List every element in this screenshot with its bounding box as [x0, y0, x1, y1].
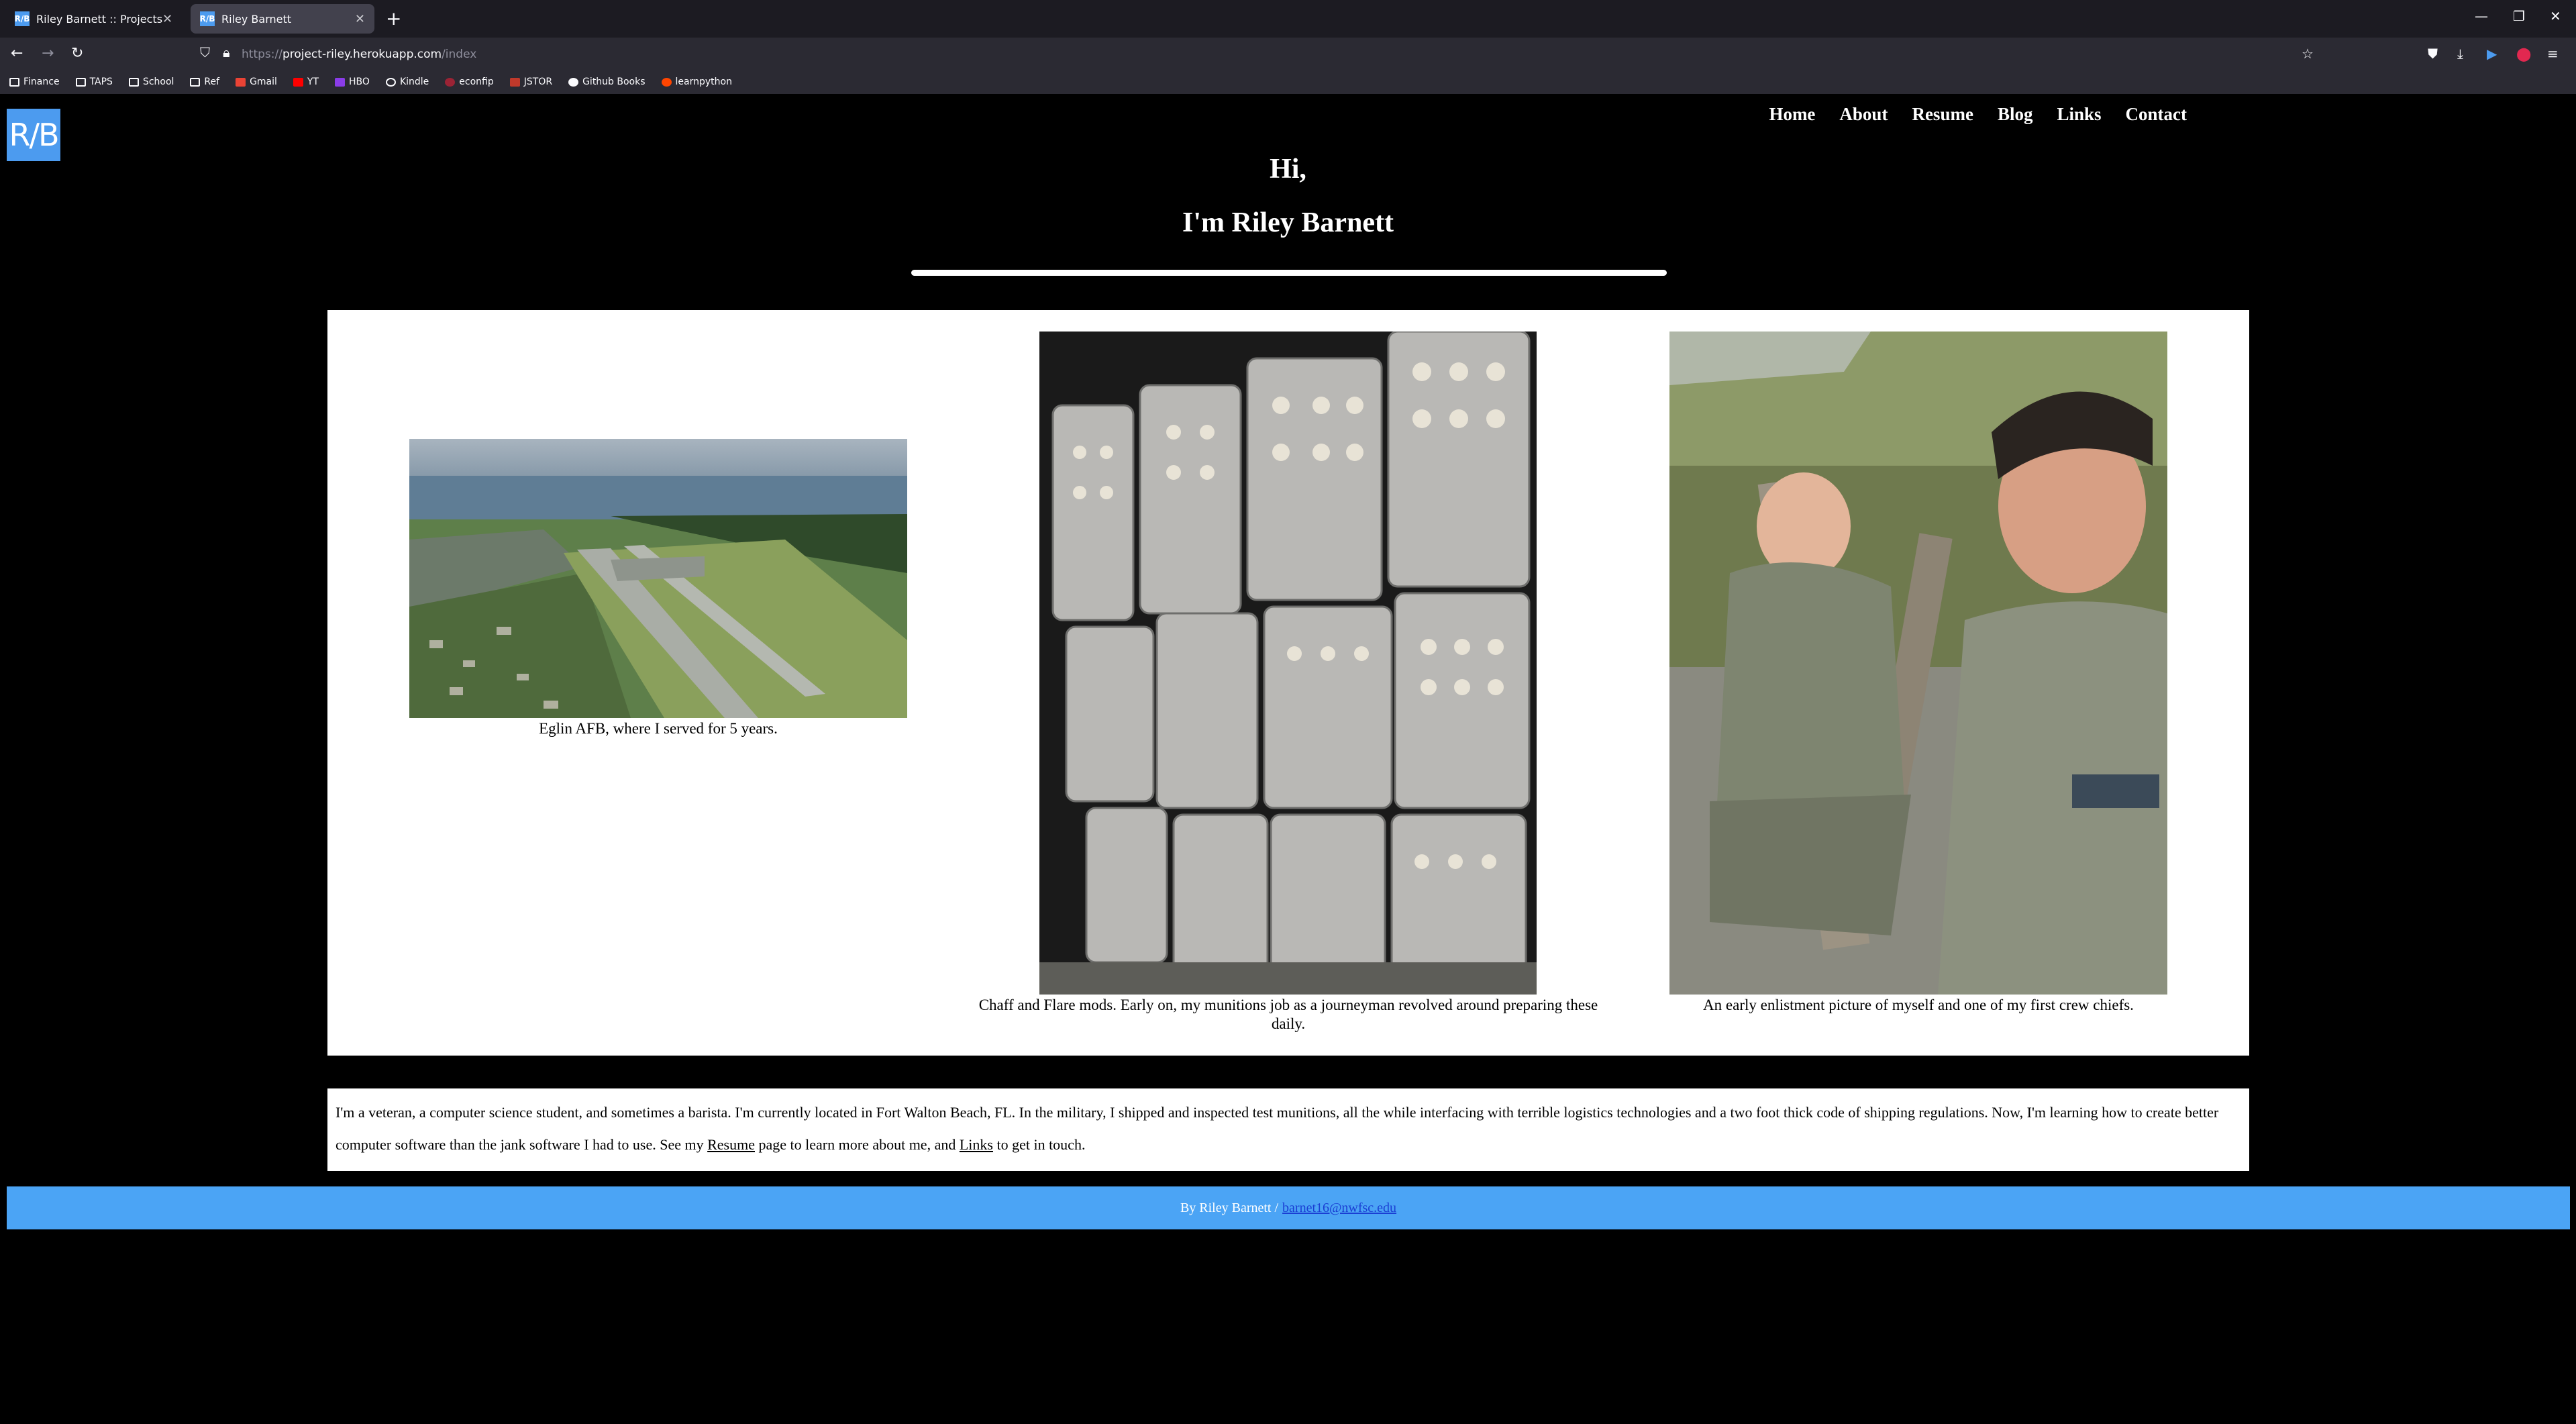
hero-greeting: Hi, — [1270, 154, 1306, 185]
reload-icon[interactable]: ↻ — [71, 43, 83, 64]
browser-tab-bar: R/B Riley Barnett :: Projects ✕ R/B Rile… — [0, 0, 2576, 38]
site-favicon: R/B — [15, 11, 30, 26]
bookmark-github-books[interactable]: Github Books — [568, 77, 646, 87]
folder-icon — [75, 77, 86, 87]
pocket-icon[interactable]: ⛊ — [2428, 46, 2438, 62]
bookmark-finance[interactable]: Finance — [9, 77, 60, 87]
bookmark-hbo[interactable]: HBO — [335, 77, 370, 87]
bookmark-gmail[interactable]: Gmail — [236, 77, 277, 87]
photo-gallery: Eglin AFB, where I served for 5 years. C… — [327, 310, 2249, 1056]
gallery-caption-2: Chaff and Flare mods. Early on, my munit… — [978, 997, 1598, 1032]
resume-link[interactable]: Resume — [707, 1136, 755, 1153]
site-favicon: R/B — [200, 11, 215, 26]
tab-title: Riley Barnett — [221, 12, 292, 26]
tab-projects[interactable]: R/B Riley Barnett :: Projects ✕ — [5, 4, 181, 34]
site-icon — [445, 77, 456, 87]
jstor-icon — [509, 77, 520, 87]
url-text: https://project-riley.herokuapp.com/inde… — [242, 48, 477, 61]
bookmark-kindle[interactable]: Kindle — [385, 77, 429, 87]
nav-blog[interactable]: Blog — [1998, 104, 2033, 125]
new-tab-button[interactable]: + — [386, 7, 401, 31]
adblock-icon[interactable]: ⬤ — [2516, 46, 2531, 62]
site-nav: Home About Resume Blog Links Contact — [1769, 104, 2187, 125]
minimize-icon[interactable]: — — [2475, 8, 2488, 24]
reddit-icon — [661, 77, 672, 87]
close-icon[interactable]: ✕ — [162, 12, 172, 26]
hero-name: I'm Riley Barnett — [1182, 207, 1394, 238]
github-icon — [568, 77, 579, 87]
bookmark-school[interactable]: School — [128, 77, 174, 87]
close-window-icon[interactable]: ✕ — [2550, 8, 2561, 24]
tab-riley-barnett[interactable]: R/B Riley Barnett ✕ — [191, 4, 374, 34]
globe-icon — [385, 77, 396, 87]
tab-title: Riley Barnett :: Projects — [36, 12, 163, 26]
close-icon[interactable]: ✕ — [355, 12, 365, 26]
footer-text: By Riley Barnett / — [1180, 1200, 1279, 1215]
back-icon[interactable]: ← — [11, 43, 23, 64]
gmail-icon — [236, 77, 246, 87]
bookmark-star-icon[interactable]: ☆ — [2302, 46, 2314, 62]
links-link[interactable]: Links — [960, 1136, 993, 1153]
folder-icon — [9, 77, 19, 87]
eglin-afb-photo — [409, 439, 907, 718]
shield-icon[interactable]: ⛉ — [200, 44, 210, 60]
gallery-caption-3: An early enlistment picture of myself an… — [1703, 997, 2134, 1013]
gallery-caption-1: Eglin AFB, where I served for 5 years. — [539, 720, 778, 737]
nav-resume[interactable]: Resume — [1912, 104, 1973, 125]
nav-about[interactable]: About — [1839, 104, 1888, 125]
browser-nav-bar: ← → ↻ ⛉ 🔒︎ https://project-riley.herokua… — [0, 38, 2576, 70]
chaff-flare-photo — [1039, 332, 1537, 995]
url-bar[interactable]: https://project-riley.herokuapp.com/inde… — [242, 44, 1986, 64]
bookmarks-bar: Finance TAPS School Ref Gmail YT HBO Kin… — [0, 70, 2576, 94]
lock-icon[interactable]: 🔒︎ — [223, 44, 230, 60]
menu-icon[interactable]: ≡ — [2547, 46, 2559, 62]
forward-icon[interactable]: → — [42, 43, 54, 64]
about-blurb: I'm a veteran, a computer science studen… — [327, 1088, 2249, 1171]
bookmark-ref[interactable]: Ref — [190, 77, 219, 87]
folder-icon — [190, 77, 201, 87]
nav-home[interactable]: Home — [1769, 104, 1815, 125]
youtube-icon — [293, 77, 303, 87]
enlistment-photo — [1669, 332, 2167, 995]
bookmark-yt[interactable]: YT — [293, 77, 319, 87]
download-icon[interactable]: ⤓ — [2457, 46, 2463, 62]
nav-contact[interactable]: Contact — [2126, 104, 2187, 125]
extension-icon[interactable]: ▶ — [2487, 46, 2497, 62]
bookmark-taps[interactable]: TAPS — [75, 77, 113, 87]
site-footer: By Riley Barnett / barnet16@nwfsc.edu — [7, 1186, 2570, 1229]
hbo-icon — [335, 77, 346, 87]
bookmark-learnpython[interactable]: learnpython — [661, 77, 732, 87]
footer-email-link[interactable]: barnet16@nwfsc.edu — [1282, 1201, 1396, 1216]
bookmark-econfip[interactable]: econfip — [445, 77, 494, 87]
nav-links[interactable]: Links — [2057, 104, 2101, 125]
divider — [911, 270, 1667, 276]
restore-icon[interactable]: ❐ — [2513, 8, 2525, 24]
folder-icon — [128, 77, 139, 87]
bookmark-jstor[interactable]: JSTOR — [509, 77, 552, 87]
